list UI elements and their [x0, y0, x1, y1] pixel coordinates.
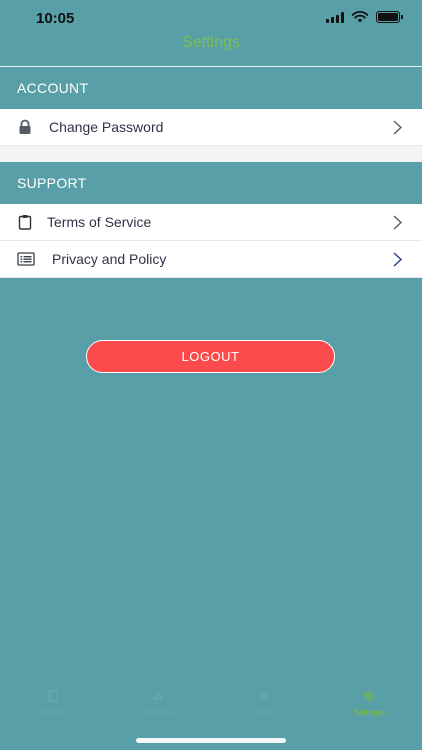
change-password-label: Change Password [49, 119, 164, 135]
chevron-right-icon [393, 215, 402, 230]
clipboard-icon [18, 215, 32, 230]
battery-icon [376, 11, 403, 23]
tab-home[interactable]: Home [0, 683, 106, 728]
page-title: Settings [182, 34, 240, 51]
status-time: 10:05 [36, 10, 75, 27]
home-indicator[interactable] [136, 738, 286, 743]
status-bar: 10:05 [0, 0, 422, 36]
wifi-icon [351, 11, 369, 23]
cellular-signal-icon [326, 11, 344, 23]
tab-bar: Home Ratings Tools Settings [0, 683, 422, 728]
tab-ratings-label: Ratings [144, 708, 172, 717]
privacy-policy-row[interactable]: Privacy and Policy [0, 241, 422, 278]
tab-home-label: Home [42, 708, 64, 717]
list-icon [17, 252, 35, 266]
logout-button[interactable]: LOGOUT [86, 340, 335, 373]
privacy-policy-label: Privacy and Policy [52, 251, 167, 267]
tools-icon [258, 692, 270, 700]
tab-tools-label: Tools [254, 708, 274, 717]
change-password-row[interactable]: Change Password [0, 109, 422, 146]
section-spacer [0, 146, 422, 162]
gear-icon [364, 690, 375, 702]
chevron-right-icon [393, 252, 402, 267]
tab-settings[interactable]: Settings [317, 683, 422, 728]
lock-icon [19, 119, 31, 134]
chevron-right-icon [393, 120, 402, 135]
ratings-icon [153, 691, 164, 700]
status-icons [326, 11, 403, 23]
account-section-header: ACCOUNT [17, 80, 89, 96]
tab-tools[interactable]: Tools [211, 683, 317, 728]
home-icon [48, 690, 58, 702]
tab-settings-label: Settings [353, 708, 386, 717]
terms-of-service-row[interactable]: Terms of Service [0, 204, 422, 241]
tab-ratings[interactable]: Ratings [106, 683, 212, 728]
support-section-header: SUPPORT [17, 175, 87, 191]
terms-of-service-label: Terms of Service [47, 214, 152, 230]
